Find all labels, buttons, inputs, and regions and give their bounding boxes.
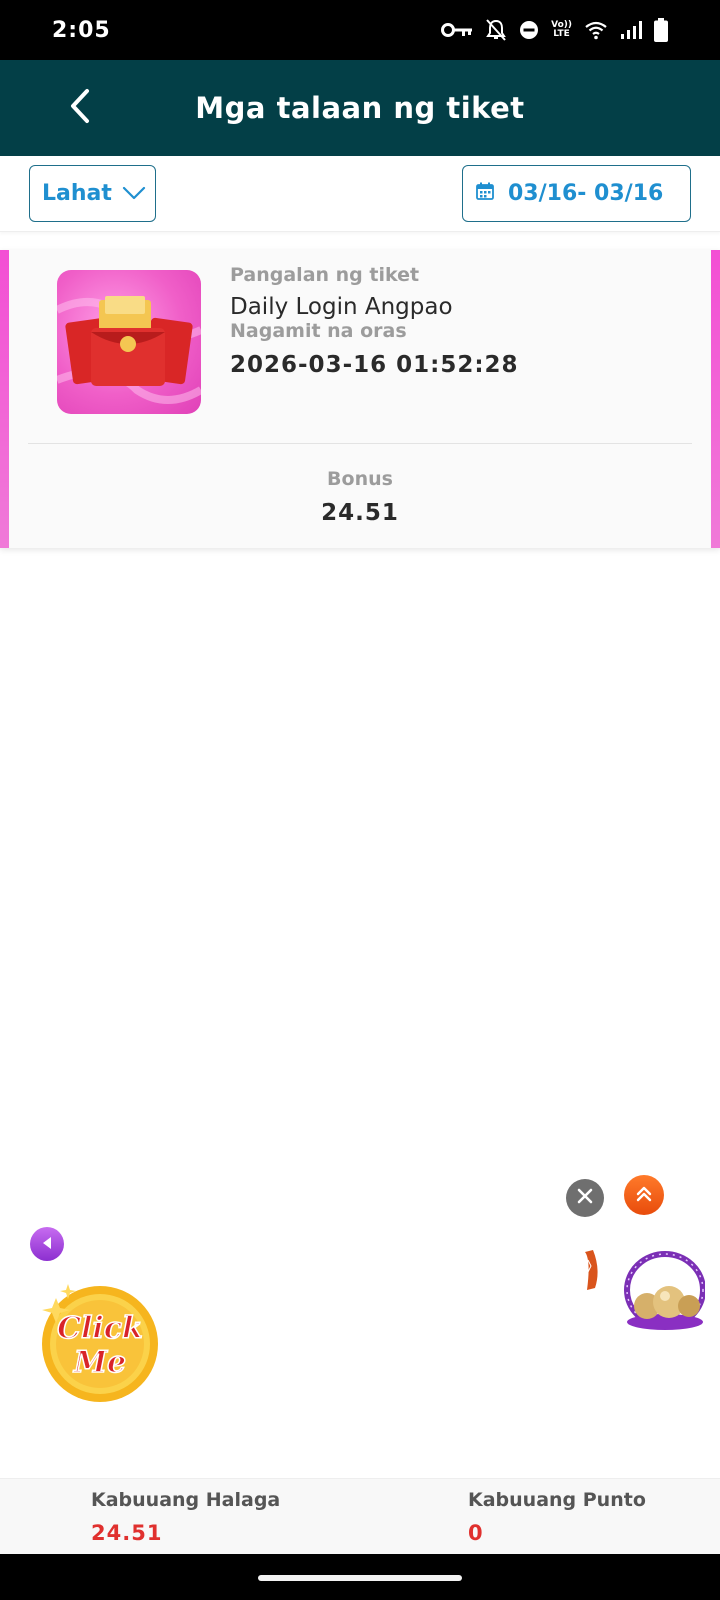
app-header: Mga talaan ng tiket	[0, 60, 720, 156]
total-amount-label: Kabuuang Halaga	[91, 1489, 281, 1511]
bonus-value: 24.51	[321, 500, 399, 526]
do-not-disturb-icon	[519, 20, 539, 40]
date-range-value: 03/16- 03/16	[508, 181, 664, 206]
ticket-type-dropdown[interactable]: Lahat	[29, 165, 156, 222]
summary-bar: Kabuuang Halaga 24.51 Kabuuang Punto 0	[0, 1478, 720, 1554]
volte-indicator: Vo)) LTE	[551, 21, 572, 39]
page-title: Mga talaan ng tiket	[195, 91, 525, 125]
total-points-value: 0	[468, 1521, 484, 1545]
lottery-promo-banner[interactable]	[585, 1240, 706, 1330]
chevron-left-icon	[68, 88, 92, 128]
scroll-to-top-button[interactable]	[624, 1175, 664, 1215]
wifi-icon	[584, 20, 608, 40]
collapse-widget-button[interactable]	[30, 1227, 64, 1261]
status-time: 2:05	[52, 17, 111, 43]
back-button[interactable]	[58, 84, 102, 132]
ticket-time-label: Nagamit na oras	[230, 320, 407, 342]
card-divider	[28, 443, 692, 444]
lte-label: LTE	[553, 29, 570, 39]
ticket-name: Daily Login Angpao	[230, 294, 453, 320]
chevron-down-icon	[122, 181, 146, 206]
ticket-type-value: Lahat	[42, 181, 112, 206]
calendar-icon	[476, 181, 494, 206]
ticket-name-label: Pangalan ng tiket	[230, 264, 420, 286]
signal-icon	[620, 20, 642, 40]
triangle-left-icon	[40, 1235, 54, 1254]
notifications-off-icon	[485, 18, 507, 42]
total-points-label: Kabuuang Punto	[468, 1489, 646, 1511]
close-promo-button[interactable]	[566, 1179, 604, 1217]
bonus-label: Bonus	[327, 468, 393, 490]
close-icon	[577, 1188, 593, 1208]
double-chevron-up-icon	[634, 1183, 654, 1207]
filter-bar: Lahat 03/16- 03/16	[0, 156, 720, 232]
click-me-text-line1: Click	[57, 1311, 143, 1346]
total-amount-value: 24.51	[91, 1521, 163, 1545]
status-icons: Vo)) LTE	[441, 18, 668, 42]
status-bar: 2:05 Vo)) LTE	[0, 0, 720, 60]
vpn-key-icon	[441, 22, 473, 38]
home-gesture-handle[interactable]	[258, 1575, 462, 1581]
ticket-time: 2026-03-16 01:52:28	[230, 352, 519, 378]
date-range-picker[interactable]: 03/16- 03/16	[462, 165, 691, 222]
battery-icon	[654, 18, 668, 42]
ticket-record-card[interactable]: Pangalan ng tiket Daily Login Angpao Nag…	[0, 250, 720, 548]
click-me-button[interactable]: Click Me	[36, 1278, 164, 1406]
system-nav-bar	[0, 1554, 720, 1600]
click-me-text-line2: Me	[73, 1345, 126, 1380]
red-envelope-icon	[57, 270, 201, 414]
